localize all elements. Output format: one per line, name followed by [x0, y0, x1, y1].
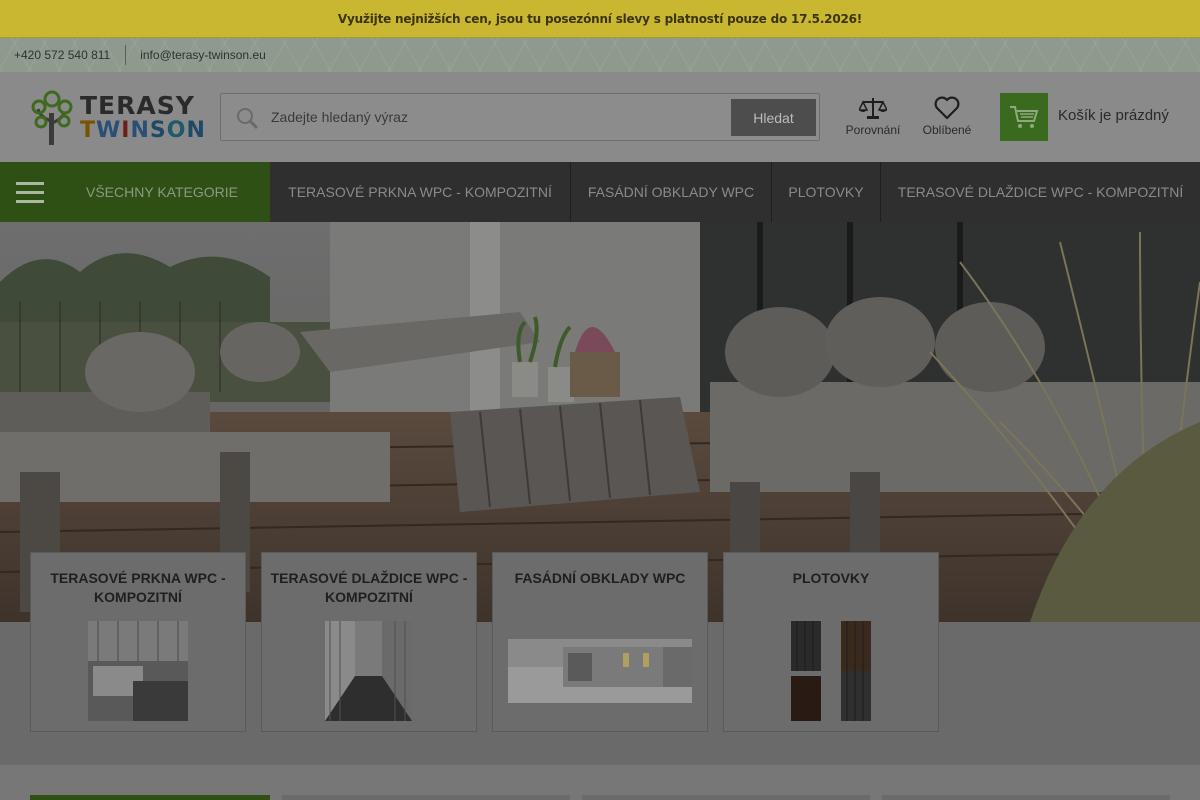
logo-letter: W [96, 118, 122, 143]
cart-icon [1010, 106, 1039, 128]
nav-item-plotovky[interactable]: PLOTOVKY [772, 162, 881, 222]
cart-status: Košík je prázdný [1058, 107, 1169, 124]
cart-icon-box [1000, 93, 1048, 141]
category-title: FASÁDNÍ OBKLADY WPC [514, 570, 686, 586]
logo-wordmark: TERASY TWINSON [80, 93, 206, 143]
logo-letter: O [166, 118, 187, 143]
promo-text: Využijte nejnižších cen, jsou tu posezón… [337, 11, 863, 26]
compare-link[interactable]: Porovnání [838, 96, 908, 137]
logo-letter: N [186, 118, 206, 143]
bottom-tab[interactable] [582, 795, 870, 800]
promo-banner: Využijte nejnižších cen, jsou tu posezón… [0, 0, 1200, 38]
search-box: Hledat [220, 93, 820, 141]
nav-item-fasadni-obklady[interactable]: FASÁDNÍ OBKLADY WPC [571, 162, 772, 222]
category-card-plotovky[interactable]: PLOTOVKY [723, 552, 939, 732]
favorites-link[interactable]: Oblíbené [912, 96, 982, 137]
bottom-tab[interactable] [882, 795, 1170, 800]
site-logo[interactable]: TERASY TWINSON [30, 89, 205, 147]
compare-label: Porovnání [845, 123, 901, 137]
search-icon [237, 108, 259, 130]
category-image [791, 621, 871, 721]
logo-line-twinson: TWINSON [80, 119, 206, 143]
all-categories-label: VŠECHNY KATEGORIE [86, 184, 238, 200]
email-link[interactable]: info@terasy-twinson.eu [126, 48, 266, 62]
bottom-tab[interactable] [282, 795, 570, 800]
contact-bar: +420 572 540 811 info@terasy-twinson.eu [0, 38, 1200, 72]
logo-letter: S [149, 118, 167, 143]
logo-letter: T [80, 118, 97, 143]
category-title: PLOTOVKY [792, 570, 870, 586]
nav-item-terasove-dlazdice[interactable]: TERASOVÉ DLAŽDICE WPC - KOMPOZITNÍ [881, 162, 1200, 222]
tree-icon [31, 90, 73, 145]
search-button[interactable]: Hledat [731, 99, 816, 136]
category-image [325, 621, 412, 721]
category-card-terasove-prkna[interactable]: TERASOVÉ PRKNA WPC - KOMPOZITNÍ [30, 552, 246, 732]
site-header: TERASY TWINSON Hledat Porovnání Obl [0, 72, 1200, 162]
logo-letter: N [130, 118, 150, 143]
main-nav: VŠECHNY KATEGORIE TERASOVÉ PRKNA WPC - K… [0, 162, 1200, 222]
category-title: TERASOVÉ PRKNA WPC - KOMPOZITNÍ [50, 570, 226, 605]
bottom-tab-active[interactable] [30, 795, 270, 800]
all-categories-button[interactable]: VŠECHNY KATEGORIE [0, 162, 270, 222]
category-card-fasadni-obklady[interactable]: FASÁDNÍ OBKLADY WPC [492, 552, 708, 732]
heart-icon [934, 96, 960, 120]
search-input[interactable] [271, 102, 721, 132]
favorites-label: Oblíbené [922, 123, 972, 137]
menu-icon [0, 162, 60, 222]
nav-item-terasove-prkna[interactable]: TERASOVÉ PRKNA WPC - KOMPOZITNÍ [270, 162, 571, 222]
scales-icon [859, 98, 887, 119]
category-title: TERASOVÉ DLAŽDICE WPC - KOMPOZITNÍ [270, 570, 468, 605]
cart-link[interactable]: Košík je prázdný [1000, 93, 1190, 141]
phone-link[interactable]: +420 572 540 811 [0, 48, 125, 62]
category-image [508, 639, 692, 703]
category-card-terasove-dlazdice[interactable]: TERASOVÉ DLAŽDICE WPC - KOMPOZITNÍ [261, 552, 477, 732]
category-image [88, 621, 188, 721]
logo-line-terasy: TERASY [80, 91, 195, 120]
